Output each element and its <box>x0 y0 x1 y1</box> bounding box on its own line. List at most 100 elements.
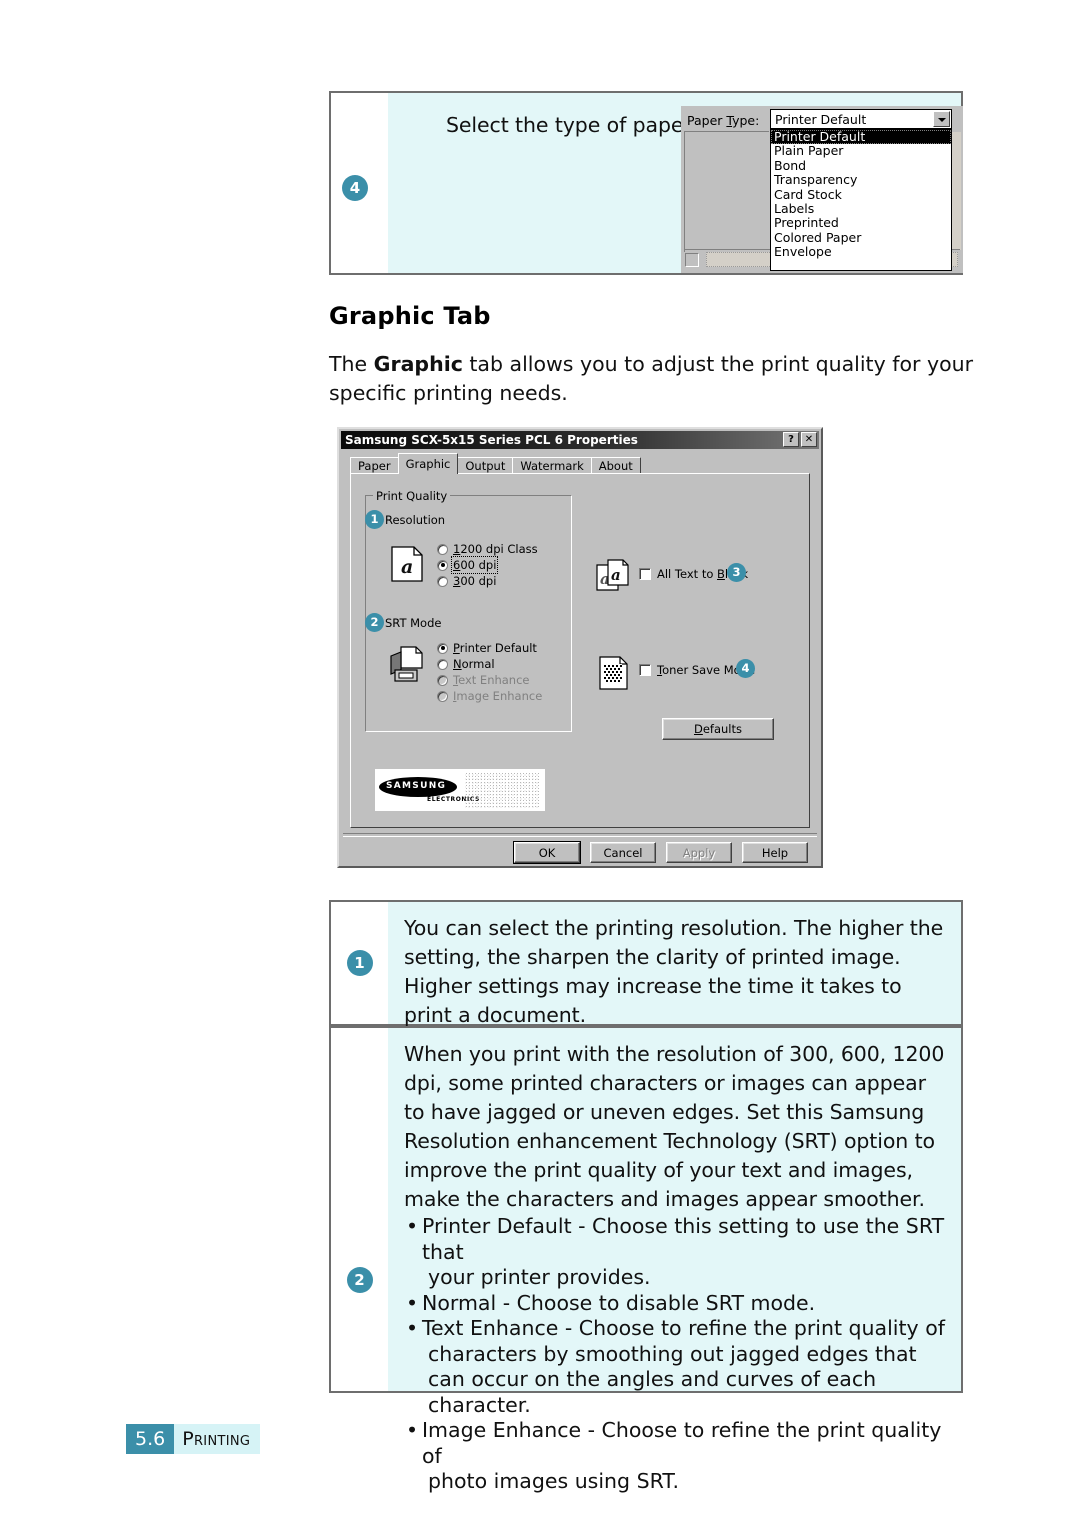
tabstrip: Paper Graphic Output Watermark About <box>350 453 641 474</box>
callout-gutter: 1 <box>331 902 388 1024</box>
footer-section-label: Printing <box>174 1424 261 1454</box>
radio-label-rest: rinter Default <box>459 641 537 655</box>
close-icon[interactable]: ✕ <box>801 432 817 447</box>
list-item[interactable]: Card Stock <box>771 187 951 202</box>
radio-normal[interactable]: Normal <box>437 656 542 672</box>
radio-icon-disabled <box>437 674 448 686</box>
checkbox-fragment[interactable] <box>685 253 699 267</box>
list-item[interactable]: Bond <box>771 158 951 173</box>
radio-label-rest: 00 dpi <box>460 558 497 572</box>
radio-label-rest: ormal <box>461 657 495 671</box>
label-pre: All Text to <box>657 567 718 581</box>
radio-icon-selected[interactable] <box>437 559 448 571</box>
radio-label-rest: 200 dpi Class <box>460 542 538 556</box>
intro-bold: Graphic <box>373 352 463 376</box>
intro-before: The <box>329 352 374 376</box>
list-item[interactable]: Envelope <box>771 244 951 259</box>
graphic-tab-page: Print Quality 1 Resolution a 1200 dpi Cl… <box>350 473 810 828</box>
radio-600-dpi[interactable]: 600 dpi <box>437 556 538 574</box>
printer-page-icon <box>389 646 427 689</box>
radio-label-rest: ext Enhance <box>458 673 530 687</box>
tab-graphic[interactable]: Graphic <box>397 453 459 474</box>
note-1-badge: 1 <box>346 950 373 976</box>
paper-type-label: Paper Type: <box>687 113 760 128</box>
page-title: Graphic Tab <box>329 302 491 330</box>
note-2-badge: 2 <box>346 1266 373 1293</box>
ok-button[interactable]: OK <box>514 842 580 863</box>
list-item[interactable]: Transparency <box>771 172 951 187</box>
tab-paper[interactable]: Paper <box>350 457 399 474</box>
list-item[interactable]: Plain Paper <box>771 143 951 158</box>
toner-save-mode-badge: 4 <box>736 659 755 678</box>
help-button[interactable]: Help <box>742 842 808 863</box>
chevron-down-icon[interactable] <box>933 111 950 127</box>
note-2-callout: 2 When you print with the resolution of … <box>329 1026 963 1493</box>
list-item[interactable]: Labels <box>771 201 951 216</box>
radio-label-rest: mage Enhance <box>456 689 543 703</box>
radio-label: 300 dpi <box>453 574 496 588</box>
srt-mode-badge: 2 <box>365 613 384 632</box>
note-2-bullet-list: Printer Default - Choose this setting to… <box>404 1214 951 1495</box>
radio-icon[interactable] <box>437 658 448 670</box>
resolution-radio-group[interactable]: 1200 dpi Class 600 dpi 300 dpi <box>437 541 538 589</box>
bullet-line-2: photo images using SRT. <box>428 1469 679 1493</box>
note-1-callout: 1 You can select the printing resolution… <box>329 900 963 1027</box>
checkbox-icon[interactable] <box>639 568 651 580</box>
radio-image-enhance: Image Enhance <box>437 688 542 704</box>
radio-label: Text Enhance <box>453 673 530 687</box>
radio-icon-disabled <box>437 690 448 702</box>
samsung-logo: SAMSUNG ELECTRONICS <box>375 769 545 811</box>
callout-body: You can select the printing resolution. … <box>388 902 961 1027</box>
tab-watermark[interactable]: Watermark <box>512 457 592 474</box>
svg-text:a: a <box>611 566 621 584</box>
tab-about[interactable]: About <box>590 457 641 474</box>
accesskey: B <box>717 567 725 581</box>
bullet-line-1: Normal - Choose to disable SRT mode. <box>422 1290 816 1315</box>
callout-gutter: 2 <box>331 1028 388 1391</box>
paper-type-dropdown-list[interactable]: Printer Default Plain Paper Bond Transpa… <box>770 129 952 271</box>
paper-type-screenshot: Paper Type: Printer Default Printer Defa… <box>681 106 963 273</box>
bullet-line-2: characters by smoothing out jagged edges… <box>428 1341 917 1417</box>
list-item[interactable]: Preprinted <box>771 216 951 231</box>
halftone-page-icon <box>599 656 629 693</box>
radio-label: 1200 dpi Class <box>453 542 538 556</box>
help-button[interactable]: ? <box>783 432 799 447</box>
radio-label: Normal <box>453 657 495 671</box>
radio-1200-dpi-class[interactable]: 1200 dpi Class <box>437 541 538 557</box>
dialog-separator <box>343 833 817 837</box>
dialog-titlebar[interactable]: Samsung SCX-5x15 Series PCL 6 Properties… <box>341 431 819 449</box>
bullet-line-1: Text Enhance - Choose to refine the prin… <box>422 1316 945 1340</box>
accesskey: D <box>693 722 703 736</box>
paper-type-combobox[interactable]: Printer Default <box>770 109 952 129</box>
printer-properties-dialog: Samsung SCX-5x15 Series PCL 6 Properties… <box>337 427 823 868</box>
tab-output[interactable]: Output <box>457 457 514 474</box>
radio-label: Image Enhance <box>453 689 542 703</box>
accesskey: N <box>453 657 462 671</box>
titlebar-buttons: ? ✕ <box>783 432 817 447</box>
paper-type-value: Printer Default <box>775 112 867 127</box>
radio-icon[interactable] <box>437 575 448 587</box>
logo-dither <box>465 772 540 808</box>
list-item[interactable]: Colored Paper <box>771 230 951 245</box>
list-item: Text Enhance - Choose to refine the prin… <box>404 1316 951 1418</box>
step-4-badge: 4 <box>342 175 368 201</box>
cancel-button[interactable]: Cancel <box>590 842 656 863</box>
radio-icon[interactable] <box>437 543 448 555</box>
radio-printer-default[interactable]: Printer Default <box>437 640 542 656</box>
scrollbar-fragment[interactable] <box>951 132 961 250</box>
list-item: Printer Default - Choose this setting to… <box>404 1214 951 1291</box>
list-item: Normal - Choose to disable SRT mode. <box>404 1291 951 1317</box>
checkbox-icon[interactable] <box>639 664 651 676</box>
page-footer: 5.6 Printing <box>126 1424 261 1454</box>
srt-mode-radio-group[interactable]: Printer Default Normal Text Enhance Imag… <box>437 640 542 704</box>
bullet-line-1: Printer Default - Choose this setting to… <box>422 1214 945 1264</box>
svg-text:a: a <box>401 556 413 578</box>
list-item[interactable]: Printer Default <box>771 130 951 145</box>
radio-label: Printer Default <box>453 641 537 655</box>
radio-300-dpi[interactable]: 300 dpi <box>437 573 538 589</box>
page-number: 5.6 <box>126 1424 175 1454</box>
bullet-line-2: your printer provides. <box>428 1265 651 1289</box>
defaults-button[interactable]: Defaults <box>662 718 774 740</box>
radio-icon-selected[interactable] <box>437 642 448 654</box>
srt-mode-label: SRT Mode <box>385 616 442 630</box>
